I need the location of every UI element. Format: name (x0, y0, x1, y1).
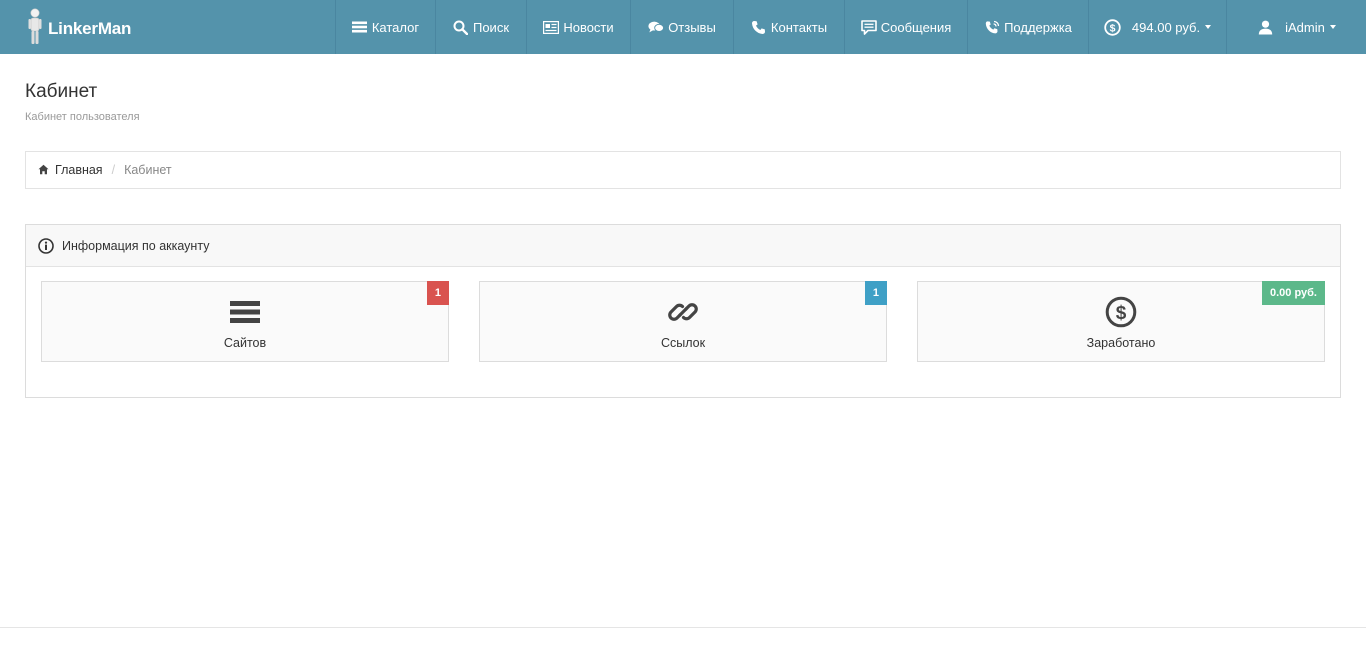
link-icon (667, 296, 699, 328)
breadcrumb: Главная / Кабинет (25, 151, 1341, 189)
nav-news[interactable]: Новости (526, 0, 630, 54)
footer-divider (0, 627, 1366, 628)
user-dropdown[interactable]: iAdmin (1226, 0, 1366, 54)
home-icon (38, 164, 50, 176)
sites-label: Сайтов (223, 336, 267, 350)
account-info-panel: Информация по аккаунту 1 Сайтов 1 Ссылок… (25, 224, 1341, 398)
chevron-down-icon (1205, 25, 1212, 29)
comments-icon (648, 19, 665, 35)
earned-tile[interactable]: 0.00 руб. $ Заработано (917, 281, 1325, 362)
bars-icon (352, 19, 368, 35)
nav-search[interactable]: Поиск (435, 0, 526, 54)
dollar-circle-icon: $ (1105, 296, 1137, 328)
panel-heading: Информация по аккаунту (26, 225, 1340, 267)
search-icon (453, 19, 469, 35)
svg-text:$: $ (1110, 22, 1116, 34)
nav-reviews[interactable]: Отзывы (630, 0, 733, 54)
links-count-badge: 1 (864, 281, 887, 305)
nav-news-label: Новости (563, 19, 614, 35)
person-logo-icon (28, 8, 42, 44)
nav-messages-label: Сообщения (880, 19, 952, 35)
nav-contacts-label: Контакты (770, 19, 828, 35)
sites-count-badge: 1 (426, 281, 449, 305)
earned-amount-badge: 0.00 руб. (1261, 281, 1325, 305)
brand-logo-link[interactable]: LinkerMan (0, 0, 335, 54)
breadcrumb-home-link[interactable]: Главная (55, 163, 103, 177)
links-label: Ссылок (660, 336, 706, 350)
nav-support[interactable]: Поддержка (967, 0, 1088, 54)
main-nav: Каталог Поиск Новости Отзывы Контакты Со… (335, 0, 1366, 54)
user-icon (1257, 19, 1273, 35)
nav-reviews-label: Отзывы (668, 19, 716, 35)
nav-catalog-label: Каталог (371, 19, 420, 35)
svg-text:$: $ (1116, 303, 1127, 324)
balance-value: 494.00 руб. (1131, 19, 1201, 35)
brand-name: LinkerMan (48, 19, 132, 38)
nav-search-label: Поиск (472, 19, 510, 35)
user-name: iAdmin (1285, 19, 1325, 35)
balance-dropdown[interactable]: $ 494.00 руб. (1088, 0, 1226, 54)
chevron-down-icon (1329, 25, 1336, 29)
newspaper-icon (543, 19, 560, 35)
nav-contacts[interactable]: Контакты (733, 0, 844, 54)
breadcrumb-current: Кабинет (124, 163, 172, 177)
nav-support-label: Поддержка (1004, 19, 1072, 35)
links-tile[interactable]: 1 Ссылок (479, 281, 887, 362)
nav-catalog[interactable]: Каталог (335, 0, 435, 54)
page-subtitle: Кабинет пользователя (25, 111, 140, 123)
breadcrumb-separator: / (111, 163, 116, 177)
dollar-circle-icon: $ (1104, 18, 1122, 36)
sites-tile[interactable]: 1 Сайтов (41, 281, 449, 362)
top-navbar: LinkerMan Каталог Поиск Новости Отзывы К… (0, 0, 1366, 54)
message-icon (860, 19, 877, 35)
info-icon (38, 237, 54, 254)
earned-label: Заработано (1086, 336, 1156, 350)
phone-icon (751, 19, 767, 35)
nav-messages[interactable]: Сообщения (844, 0, 967, 54)
phone-volume-icon (984, 19, 1000, 35)
page-title: Кабинет (25, 81, 98, 102)
list-icon (229, 296, 261, 328)
panel-title: Информация по аккаунту (62, 238, 210, 253)
